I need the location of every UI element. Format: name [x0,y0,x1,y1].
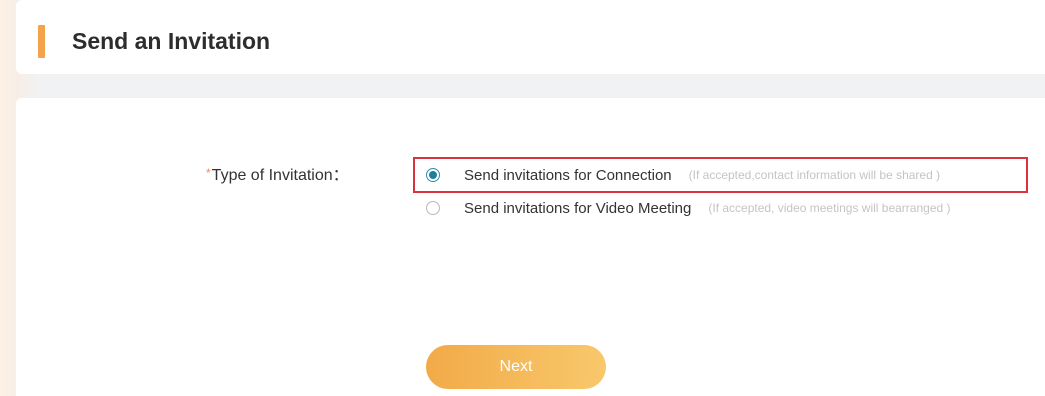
option-video-meeting-label: Send invitations for Video Meeting [464,199,692,217]
header-card: Send an Invitation [16,0,1045,74]
title-accent-bar [38,25,45,58]
option-connection-label: Send invitations for Connection [464,166,672,184]
page: Send an Invitation *Type of Invitation： … [0,0,1045,396]
invitation-type-label: *Type of Invitation： [206,162,349,187]
radio-selected-icon[interactable] [426,168,440,182]
invitation-form: *Type of Invitation： Send invitations fo… [16,98,1045,396]
option-connection[interactable]: Send invitations for Connection (If acce… [413,157,1028,193]
required-asterisk: * [206,166,211,180]
page-title: Send an Invitation [72,28,271,54]
invitation-type-label-text: Type of Invitation： [211,167,349,184]
option-video-meeting-hint: (If accepted, video meetings will bearra… [708,201,951,215]
option-connection-hint: (If accepted,contact information will be… [688,168,941,182]
radio-unselected-icon[interactable] [426,201,440,215]
next-button[interactable]: Next [426,345,606,389]
option-video-meeting[interactable]: Send invitations for Video Meeting (If a… [426,193,951,223]
